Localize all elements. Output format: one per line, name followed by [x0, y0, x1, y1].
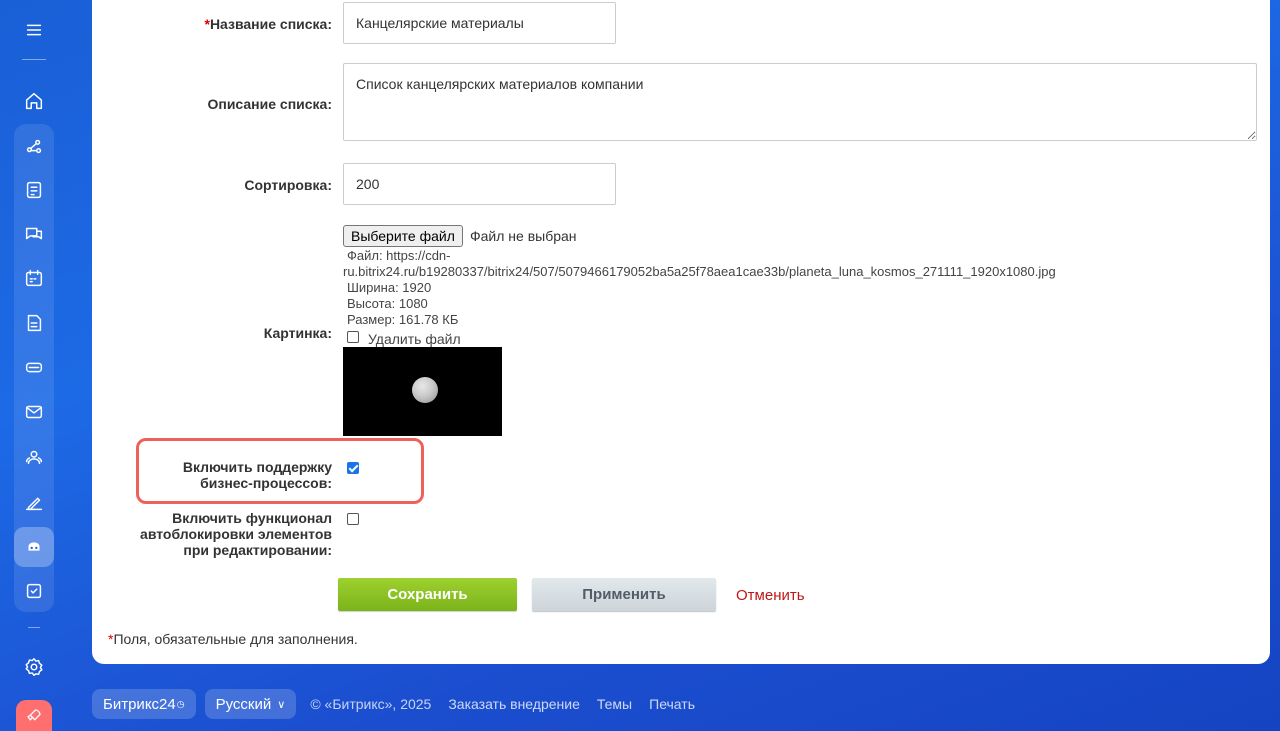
file-url-line2: ru.bitrix24.ru/b19280337/bitrix24/507/50…	[343, 264, 1056, 279]
bot-icon[interactable]	[14, 527, 54, 567]
delete-file-label: Удалить файл	[368, 331, 461, 347]
mail-icon[interactable]	[14, 392, 54, 432]
document-icon[interactable]	[14, 303, 54, 343]
bp-support-checkbox[interactable]	[347, 462, 359, 474]
file-height: Высота: 1080	[347, 296, 428, 311]
choose-file-button[interactable]: Выберите файл	[343, 225, 463, 247]
file-size: Размер: 161.78 КБ	[347, 312, 459, 327]
list-name-label: *Название списка:	[204, 16, 332, 32]
autolock-label-line3: при редактировании:	[183, 542, 332, 558]
clock-icon: ◷	[176, 698, 185, 709]
sign-icon[interactable]	[14, 482, 54, 522]
contacts-icon[interactable]	[14, 437, 54, 477]
bp-support-label-line2: бизнес-процессов:	[200, 475, 332, 491]
file-status: Файл не выбран	[470, 228, 577, 244]
file-width: Ширина: 1920	[347, 280, 432, 295]
settings-icon[interactable]	[14, 647, 54, 687]
picture-preview	[343, 347, 502, 436]
autolock-label-line2: автоблокировки элементов	[140, 526, 332, 542]
brand-button[interactable]: Битрикс24 ◷	[92, 689, 196, 719]
menu-icon[interactable]	[14, 10, 54, 50]
tasks-icon[interactable]	[14, 170, 54, 210]
themes-link[interactable]: Темы	[597, 696, 632, 712]
list-description-label: Описание списка:	[207, 96, 332, 112]
moon-image	[412, 377, 438, 403]
nav-divider	[22, 59, 46, 60]
home-icon[interactable]	[14, 81, 54, 121]
order-implementation-link[interactable]: Заказать внедрение	[448, 696, 580, 712]
list-name-input[interactable]	[343, 2, 616, 44]
list-settings-form: *Название списка: Описание списка: Списо…	[92, 0, 1270, 664]
left-navigation	[0, 0, 68, 731]
list-description-textarea[interactable]: Список канцелярских материалов компании	[343, 63, 1257, 141]
delete-file-checkbox[interactable]	[347, 331, 359, 343]
print-link[interactable]: Печать	[649, 696, 695, 712]
apply-button[interactable]: Применить	[532, 578, 716, 611]
required-note: *Поля, обязательные для заполнения.	[108, 631, 358, 647]
copyright: © «Битрикс», 2025	[310, 696, 432, 712]
nav-divider	[28, 627, 40, 628]
autolock-label-line1: Включить функционал	[172, 510, 332, 526]
chevron-down-icon: ∨	[277, 698, 286, 711]
footer: Битрикс24 ◷ Русский ∨ © «Битрикс», 2025 За…	[92, 689, 695, 719]
file-url-line1: Файл: https://cdn-	[347, 248, 451, 263]
checklist-icon[interactable]	[14, 571, 54, 611]
calendar-icon[interactable]	[14, 258, 54, 298]
picture-label: Картинка:	[263, 325, 332, 341]
language-select[interactable]: Русский ∨	[204, 689, 297, 719]
bp-support-label-line1: Включить поддержку	[182, 459, 332, 475]
rocket-icon[interactable]	[16, 700, 52, 731]
drive-icon[interactable]	[14, 347, 54, 387]
sort-input[interactable]	[343, 163, 616, 205]
save-button[interactable]: Сохранить	[338, 578, 517, 611]
chat-icon[interactable]	[14, 214, 54, 254]
autolock-checkbox[interactable]	[347, 513, 359, 525]
cancel-link[interactable]: Отменить	[736, 587, 805, 604]
feed-icon[interactable]	[14, 126, 54, 166]
sort-label: Сортировка:	[244, 177, 332, 193]
